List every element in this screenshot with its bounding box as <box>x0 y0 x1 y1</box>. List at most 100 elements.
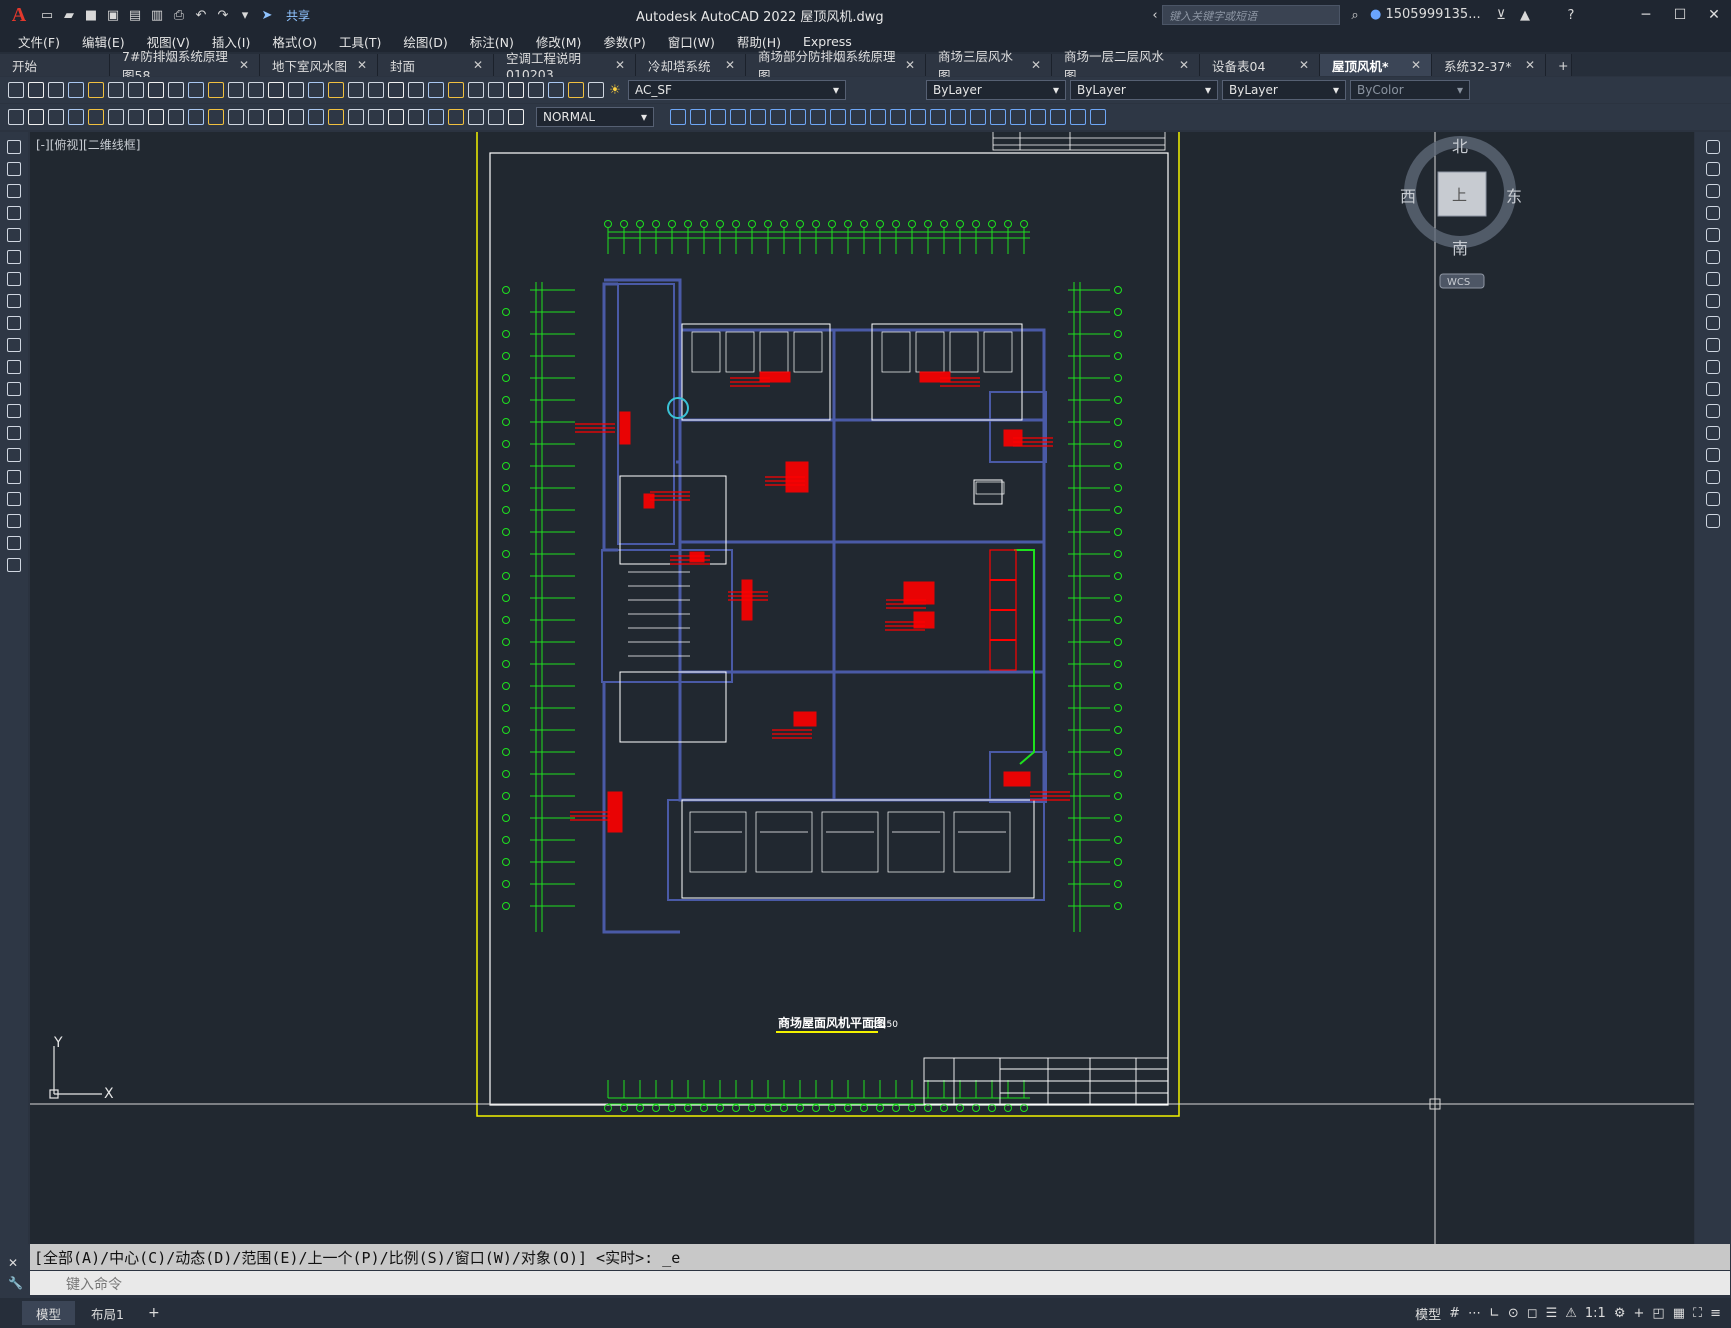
draw-tool-icon[interactable] <box>7 338 21 352</box>
dimension-tool-icon[interactable] <box>368 109 384 125</box>
toolbar-tool-icon[interactable] <box>308 82 324 98</box>
isolate-icon[interactable]: ◰ <box>1652 1306 1664 1321</box>
draw-tool-icon[interactable] <box>7 294 21 308</box>
toolbar-tool-icon[interactable] <box>488 82 504 98</box>
user-account[interactable]: ● 1505999135... <box>1370 7 1481 22</box>
dimension-tool-icon[interactable] <box>88 109 104 125</box>
dimension-tool-icon[interactable] <box>188 109 204 125</box>
plus-icon[interactable]: + <box>1633 1306 1644 1321</box>
draw-tool-icon[interactable] <box>7 536 21 550</box>
draw-order-tool-icon[interactable] <box>1050 109 1066 125</box>
draw-order-tool-icon[interactable] <box>990 109 1006 125</box>
close-tab-icon[interactable]: ✕ <box>1299 58 1309 72</box>
document-tab[interactable]: 系统32-37* ✕ <box>1432 54 1546 76</box>
annotation-scale[interactable]: 1:1 <box>1585 1306 1606 1321</box>
dimension-tool-icon[interactable] <box>508 109 524 125</box>
draw-order-tool-icon[interactable] <box>930 109 946 125</box>
layer-select[interactable]: AC_SF ▾ <box>628 80 846 100</box>
draw-tool-icon[interactable] <box>7 382 21 396</box>
modify-tool-icon[interactable] <box>1706 448 1720 462</box>
snap-icon[interactable]: ⋯ <box>1468 1306 1481 1321</box>
draw-order-tool-icon[interactable] <box>970 109 986 125</box>
draw-order-tool-icon[interactable] <box>730 109 746 125</box>
modify-tool-icon[interactable] <box>1706 360 1720 374</box>
dimension-tool-icon[interactable] <box>428 109 444 125</box>
draw-order-tool-icon[interactable] <box>710 109 726 125</box>
modify-tool-icon[interactable] <box>1706 184 1720 198</box>
draw-order-tool-icon[interactable] <box>690 109 706 125</box>
autodesk-app-icon[interactable]: ▲ <box>1516 6 1534 24</box>
dimstyle-select[interactable]: NORMAL ▾ <box>536 107 654 127</box>
menu-item[interactable]: 工具(T) <box>339 32 381 51</box>
dimension-tool-icon[interactable] <box>308 109 324 125</box>
new-file-icon[interactable]: ▭ <box>38 6 56 24</box>
toolbar-tool-icon[interactable] <box>248 82 264 98</box>
command-line-handle[interactable]: ✕ 🔧 <box>0 1244 30 1298</box>
toolbar-tool-icon[interactable] <box>28 82 44 98</box>
dimension-tool-icon[interactable] <box>168 109 184 125</box>
toolbar-tool-icon[interactable] <box>528 82 544 98</box>
modify-tool-icon[interactable] <box>1706 250 1720 264</box>
dimension-tool-icon[interactable] <box>108 109 124 125</box>
modify-tool-icon[interactable] <box>1706 470 1720 484</box>
dimension-tool-icon[interactable] <box>228 109 244 125</box>
dimension-tool-icon[interactable] <box>48 109 64 125</box>
close-command-icon[interactable]: ✕ <box>8 1256 18 1270</box>
osnap-icon[interactable]: ◻ <box>1527 1306 1538 1321</box>
toolbar-tool-icon[interactable] <box>328 82 344 98</box>
dimension-tool-icon[interactable] <box>128 109 144 125</box>
draw-order-tool-icon[interactable] <box>1030 109 1046 125</box>
draw-tool-icon[interactable] <box>7 558 21 572</box>
document-tab[interactable]: 开始 <box>0 54 110 76</box>
modify-tool-icon[interactable] <box>1706 514 1720 528</box>
close-tab-icon[interactable]: ✕ <box>473 58 483 72</box>
viewcube[interactable]: 上 北 南 西 东 WCS <box>1400 136 1522 289</box>
dimension-tool-icon[interactable] <box>328 109 344 125</box>
draw-order-tool-icon[interactable] <box>750 109 766 125</box>
document-tab[interactable]: 商场部分防排烟系统原理图 ✕ <box>746 49 926 83</box>
modify-tool-icon[interactable] <box>1706 272 1720 286</box>
toolbar-tool-icon[interactable] <box>48 82 64 98</box>
grid-icon[interactable]: # <box>1449 1306 1460 1321</box>
draw-order-tool-icon[interactable] <box>890 109 906 125</box>
dimension-tool-icon[interactable] <box>468 109 484 125</box>
toolbar-tool-icon[interactable] <box>388 82 404 98</box>
dimension-tool-icon[interactable] <box>488 109 504 125</box>
draw-order-tool-icon[interactable] <box>1090 109 1106 125</box>
cart-icon[interactable]: ⊻ <box>1492 6 1510 24</box>
autocad-logo-icon[interactable]: A <box>4 2 34 28</box>
toolbar-tool-icon[interactable] <box>68 82 84 98</box>
command-input[interactable]: 键入命令 <box>30 1271 1730 1295</box>
add-layout-icon[interactable]: + <box>148 1305 160 1321</box>
polar-icon[interactable]: ⊙ <box>1508 1306 1519 1321</box>
draw-tool-icon[interactable] <box>7 470 21 484</box>
toolbar-tool-icon[interactable] <box>548 82 564 98</box>
toolbar-tool-icon[interactable] <box>148 82 164 98</box>
draw-tool-icon[interactable] <box>7 250 21 264</box>
toolbar-tool-icon[interactable] <box>8 82 24 98</box>
dimension-tool-icon[interactable] <box>348 109 364 125</box>
layout-tab[interactable]: 模型 <box>22 1301 76 1325</box>
save-icon[interactable]: ■ <box>82 6 100 24</box>
annotation-visibility-icon[interactable]: ⚠ <box>1565 1306 1577 1321</box>
draw-order-tool-icon[interactable] <box>790 109 806 125</box>
modify-tool-icon[interactable] <box>1706 162 1720 176</box>
save-as-icon[interactable]: ▣ <box>104 6 122 24</box>
modify-tool-icon[interactable] <box>1706 206 1720 220</box>
toolbar-tool-icon[interactable] <box>508 82 524 98</box>
dimension-tool-icon[interactable] <box>408 109 424 125</box>
modify-tool-icon[interactable] <box>1706 382 1720 396</box>
open-folder-icon[interactable]: ▰ <box>60 6 78 24</box>
save-web-icon[interactable]: ▥ <box>148 6 166 24</box>
document-tab[interactable]: 商场一层二层风水图 ✕ <box>1052 49 1200 83</box>
draw-order-tool-icon[interactable] <box>1010 109 1026 125</box>
dimension-tool-icon[interactable] <box>28 109 44 125</box>
search-icon[interactable]: ⌕ <box>1346 6 1364 24</box>
draw-tool-icon[interactable] <box>7 492 21 506</box>
close-tab-icon[interactable]: ✕ <box>1031 58 1041 72</box>
fullscreen-icon[interactable]: ⛶ <box>1693 1306 1702 1321</box>
share-label[interactable]: 共享 <box>286 7 310 24</box>
lineweight-icon[interactable]: ☰ <box>1546 1306 1558 1321</box>
toolbar-tool-icon[interactable] <box>188 82 204 98</box>
document-tab[interactable]: 空调工程说明010203 ✕ <box>494 51 636 82</box>
